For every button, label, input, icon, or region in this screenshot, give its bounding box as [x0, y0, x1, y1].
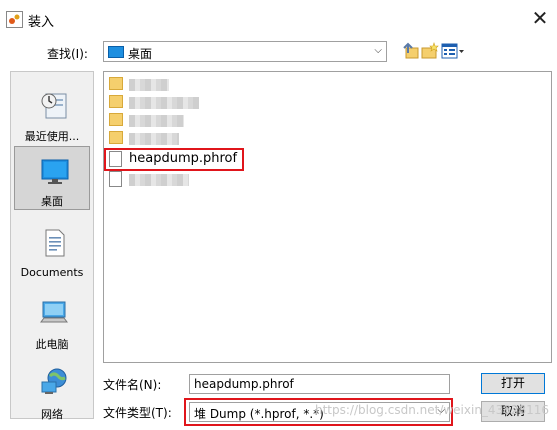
redacted-filename — [129, 79, 169, 91]
computer-icon — [40, 301, 68, 323]
place-label: 桌面 — [41, 195, 63, 208]
redacted-filename — [129, 174, 189, 186]
open-button[interactable]: 打开 — [481, 373, 545, 394]
redacted-filename — [129, 133, 179, 145]
window-title: 装入 — [28, 15, 55, 30]
view-menu-icon[interactable] — [441, 42, 465, 60]
network-icon — [41, 368, 67, 394]
close-button[interactable]: ✕ — [526, 5, 554, 33]
place-label: 网络 — [41, 408, 63, 421]
redacted-filename — [129, 115, 184, 127]
watermark: https://blog.csdn.net/weixin_43828116 — [315, 403, 550, 417]
place-recent[interactable]: 最近使用... — [14, 82, 90, 146]
file-list[interactable]: heapdump.phrof — [103, 71, 552, 363]
folder-icon — [109, 95, 123, 108]
redacted-filename — [129, 97, 199, 109]
desktop-icon — [108, 46, 124, 58]
filetype-label: 文件类型(T): — [103, 406, 172, 420]
filename-label: 文件名(N): — [103, 378, 162, 392]
place-network[interactable]: 网络 — [14, 360, 90, 424]
document-icon — [109, 171, 122, 187]
folder-icon — [109, 131, 123, 144]
filename-field[interactable]: heapdump.phrof — [189, 374, 450, 394]
places-sidebar: 最近使用... 桌面 Documents 此电脑 网络 — [10, 71, 94, 421]
place-documents[interactable]: Documents — [14, 220, 90, 284]
place-label: 最近使用... — [24, 130, 80, 143]
folder-icon — [109, 77, 123, 90]
app-icon — [6, 11, 23, 28]
highlight-box — [104, 148, 244, 171]
look-in-dropdown[interactable]: 桌面 ⌵ — [103, 41, 387, 62]
title-bar: 装入 ✕ — [0, 0, 557, 38]
look-in-label: 查找(I): — [47, 47, 88, 61]
up-one-level-icon[interactable] — [401, 42, 419, 60]
look-in-value: 桌面 — [128, 47, 153, 61]
place-label: Documents — [20, 266, 84, 279]
place-this-pc[interactable]: 此电脑 — [14, 290, 90, 354]
recent-items-icon — [41, 93, 67, 119]
place-desktop[interactable]: 桌面 — [14, 146, 90, 210]
folder-icon — [109, 113, 123, 126]
new-folder-icon[interactable] — [421, 42, 439, 60]
desktop-icon — [41, 159, 69, 184]
chevron-down-icon: ⌵ — [374, 45, 382, 56]
documents-icon — [45, 229, 65, 257]
place-label: 此电脑 — [35, 338, 69, 351]
